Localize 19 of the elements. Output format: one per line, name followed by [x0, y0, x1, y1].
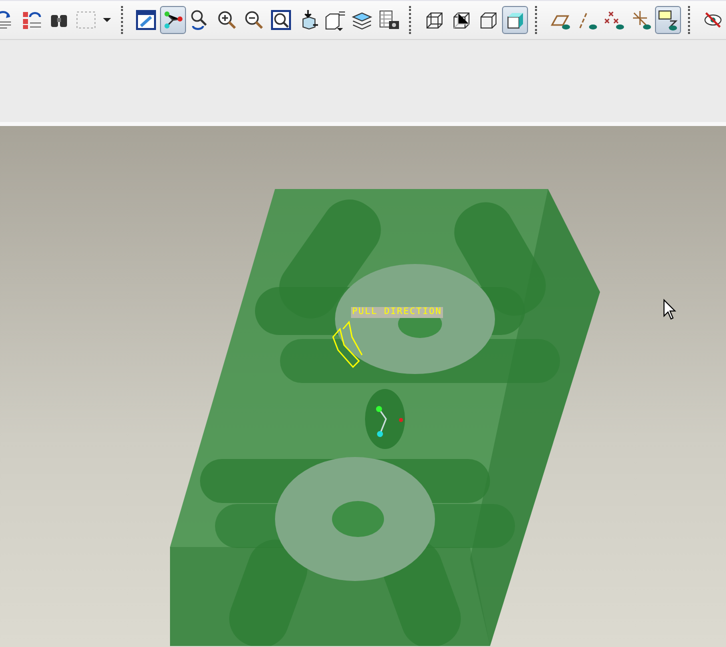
pull-direction-arrow-icon	[332, 320, 363, 368]
node-network-icon	[162, 9, 184, 31]
zoom-out-icon	[242, 9, 265, 31]
toolbar-button[interactable]	[654, 6, 681, 34]
zoom-in-icon	[216, 9, 238, 31]
pull-direction-label: PULL DIRECTION	[351, 307, 443, 318]
datum-marker-drawing	[376, 406, 403, 437]
toolbar-button[interactable]	[502, 6, 528, 34]
table-camera-icon	[378, 9, 400, 31]
mouse-pointer-icon	[664, 298, 676, 320]
zoom-fit-icon	[270, 9, 292, 31]
box-label-icon	[324, 9, 346, 31]
regenerate-list-icon	[21, 9, 44, 31]
points-eye-icon	[602, 9, 625, 31]
window-icon	[134, 9, 157, 31]
caret-icon	[102, 18, 111, 22]
selection-box-icon	[75, 9, 98, 31]
note-eye-icon	[656, 9, 679, 31]
toolbar-button[interactable]	[160, 6, 186, 34]
